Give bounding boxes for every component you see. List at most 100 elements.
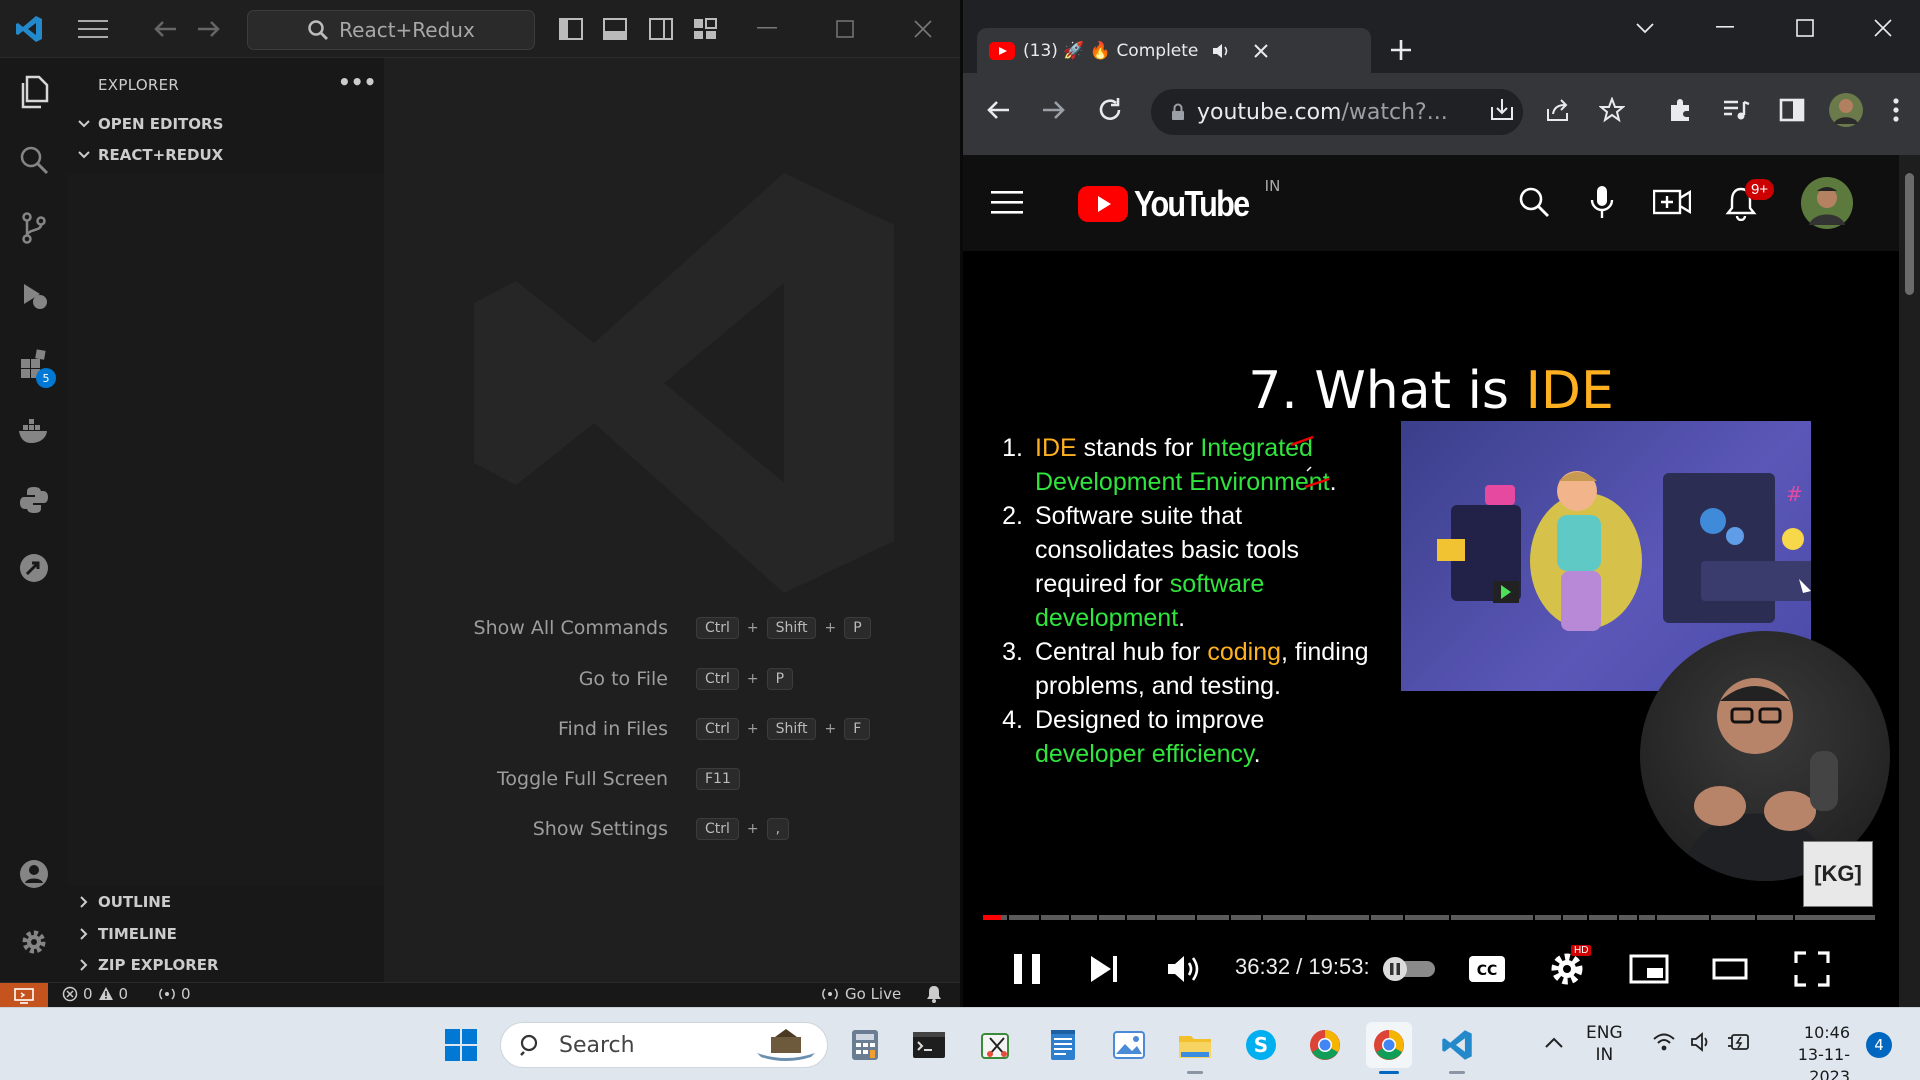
ports-indicator[interactable]: 0 [158,985,191,1003]
python-icon[interactable] [0,466,68,534]
create-video-icon[interactable] [1652,187,1692,221]
search-icon[interactable] [1517,185,1551,223]
notifications-bell-icon[interactable] [926,985,942,1003]
progress-track[interactable] [983,915,1875,920]
close-icon[interactable] [1853,6,1913,50]
toggle-panel-icon[interactable] [598,12,632,46]
hamburger-menu-icon[interactable] [991,189,1023,219]
share-icon[interactable] [1537,89,1579,131]
taskbar-chrome-active[interactable] [1366,1022,1412,1074]
show-hidden-icons-chevron-icon[interactable] [1544,1034,1564,1053]
tab-search-chevron-icon[interactable] [1615,6,1675,50]
taskbar-terminal[interactable] [906,1022,952,1068]
docker-icon[interactable] [0,398,68,466]
chrome-menu-icon[interactable] [1875,89,1917,131]
autoplay-toggle[interactable] [1379,939,1439,999]
theater-mode-button[interactable] [1707,939,1753,999]
system-tray-quick-settings[interactable] [1652,1032,1750,1052]
zip-explorer-section[interactable]: ZIP EXPLORER [76,951,219,979]
taskbar-skype[interactable]: S [1238,1022,1284,1068]
remote-explorer-icon[interactable] [0,534,68,602]
lock-icon [1172,103,1184,120]
maximize-icon[interactable] [1775,6,1835,50]
source-control-icon[interactable] [0,194,68,262]
next-button[interactable] [1081,939,1127,999]
side-panel-icon[interactable] [1771,89,1813,131]
input-language-indicator[interactable]: ENG IN [1586,1022,1623,1066]
search-icon[interactable] [0,126,68,194]
svg-text:#: # [1786,482,1803,506]
forward-arrow-icon[interactable] [192,12,226,46]
new-tab-button[interactable] [1389,32,1413,70]
welcome-shortcut-row[interactable]: Go to File Ctrl + P [384,664,960,694]
problems-indicator[interactable]: 0 0 [62,985,128,1003]
remote-indicator[interactable] [0,983,48,1008]
fullscreen-button[interactable] [1789,939,1835,999]
more-actions-icon[interactable]: ••• [338,70,376,94]
close-icon[interactable] [906,12,940,46]
customize-layout-icon[interactable] [688,12,722,46]
tab-youtube[interactable]: (13) 🚀 🔥 Complete React & Redux [977,28,1371,73]
forward-arrow-icon[interactable] [1033,89,1075,131]
reload-icon[interactable] [1089,89,1131,131]
timeline-section[interactable]: TIMELINE [76,920,177,948]
close-tab-icon[interactable] [1253,43,1269,59]
taskbar-photos[interactable] [1106,1022,1152,1068]
toggle-primary-sidebar-icon[interactable] [554,12,588,46]
volume-button[interactable] [1161,939,1207,999]
bookmark-star-icon[interactable] [1591,89,1633,131]
microphone-icon[interactable] [1589,185,1615,223]
notifications-bell-icon[interactable]: 9+ [1725,179,1775,225]
project-folder-section[interactable]: REACT+REDUX [76,141,223,169]
welcome-shortcut-row[interactable]: Show Settings Ctrl +, [384,814,960,844]
accounts-icon[interactable] [0,840,68,908]
back-arrow-icon[interactable] [148,12,182,46]
extensions-icon[interactable]: 5 [0,330,68,398]
settings-button[interactable]: HD [1545,939,1592,999]
welcome-shortcut-row[interactable]: Find in Files Ctrl + Shift + F [384,714,960,744]
notification-center-badge[interactable]: 4 [1866,1032,1892,1058]
video-player[interactable]: 7. What is IDE 1. IDE stands for Integrat… [963,251,1899,1007]
settings-gear-icon[interactable] [0,908,68,976]
go-live-button[interactable]: Go Live [820,985,901,1003]
taskbar-chrome[interactable] [1302,1022,1348,1068]
taskbar-calculator[interactable] [842,1022,888,1068]
explorer-icon[interactable] [0,58,68,126]
taskbar-file-explorer[interactable] [1172,1022,1218,1074]
hd-badge: HD [1571,945,1592,956]
welcome-shortcut-row[interactable]: Toggle Full Screen F11 [384,764,960,794]
profile-avatar[interactable] [1825,89,1867,131]
vscode-logo-icon[interactable] [12,12,46,46]
media-controls-icon[interactable] [1715,89,1757,131]
minimize-icon[interactable] [750,12,784,46]
menu-icon[interactable] [76,12,110,46]
minimize-icon[interactable] [1695,6,1755,50]
address-bar[interactable]: youtube.com/watch?... [1151,89,1523,135]
back-arrow-icon[interactable] [977,89,1019,131]
open-editors-section[interactable]: OPEN EDITORS [76,110,223,138]
command-center-search[interactable]: React+Redux [247,10,535,50]
video-progress-bar[interactable] [983,915,1875,920]
clock[interactable]: 10:46 13-11-2023 [1766,1022,1850,1080]
maximize-icon[interactable] [828,12,862,46]
taskbar-search-box[interactable]: Search [500,1022,828,1068]
extensions-puzzle-icon[interactable] [1659,89,1701,131]
taskbar-snipping-tool[interactable] [974,1022,1020,1068]
pause-button[interactable] [1003,939,1051,999]
taskbar-notepad[interactable] [1040,1022,1086,1068]
scrollbar-thumb[interactable] [1905,173,1914,295]
toggle-secondary-sidebar-icon[interactable] [644,12,678,46]
captions-button[interactable]: CC [1465,939,1509,999]
account-avatar[interactable] [1801,177,1853,233]
outline-section[interactable]: OUTLINE [76,888,171,916]
start-button[interactable] [438,1022,484,1068]
taskbar-vscode[interactable] [1434,1022,1480,1074]
install-app-icon[interactable] [1481,89,1523,131]
run-debug-icon[interactable] [0,262,68,330]
welcome-shortcut-row[interactable]: Show All Commands Ctrl + Shift + P [384,613,960,643]
page-scrollbar[interactable] [1899,155,1920,1007]
audio-playing-icon[interactable] [1211,42,1231,60]
youtube-logo[interactable]: YouTube IN [1078,177,1290,225]
file-tree[interactable] [68,174,384,886]
miniplayer-button[interactable] [1627,939,1671,999]
